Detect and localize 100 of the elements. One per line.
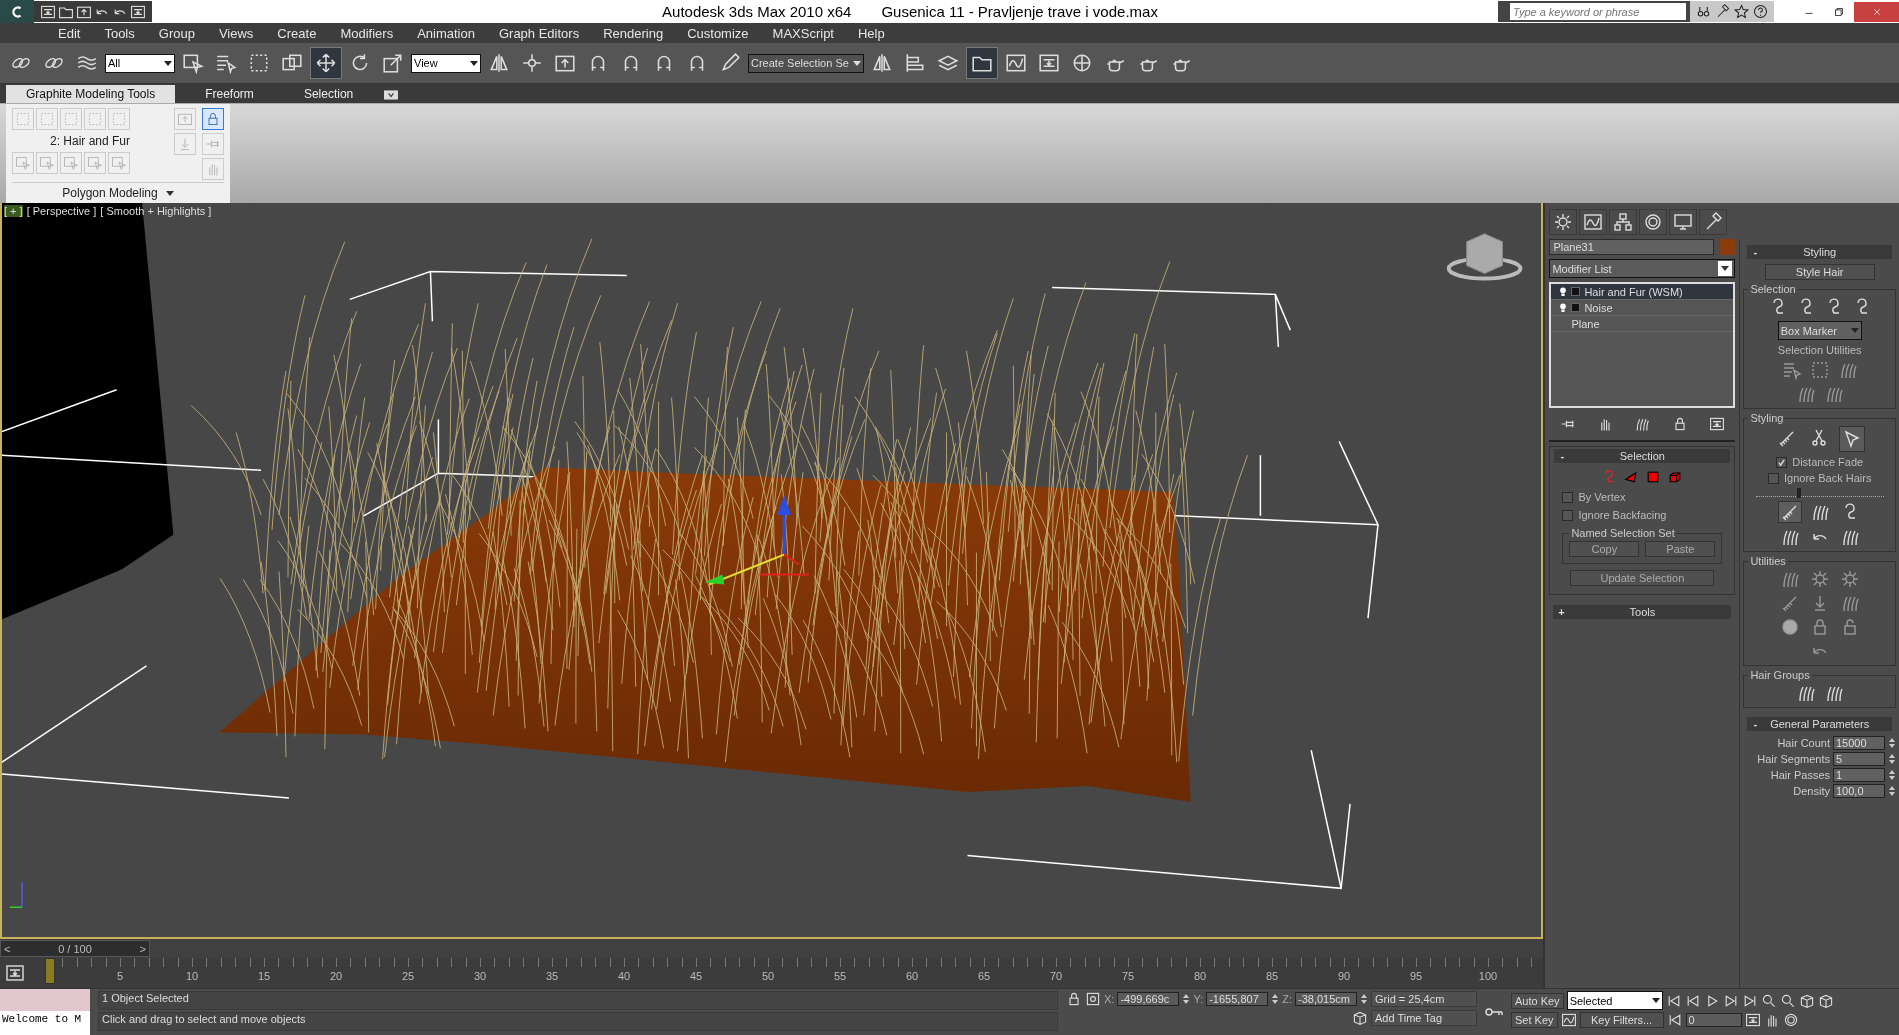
cube-icon[interactable] <box>1352 1010 1368 1026</box>
hammer-icon[interactable] <box>1699 209 1728 235</box>
set-key-button[interactable]: Set Key <box>1511 1012 1558 1028</box>
time-slider-thumb[interactable]: < 0 / 100 > <box>0 940 150 957</box>
menu-item[interactable]: Rendering <box>591 25 676 41</box>
help-icon[interactable] <box>1753 4 1768 19</box>
rollout-header[interactable]: - General Parameters <box>1747 717 1892 731</box>
folder-icon[interactable] <box>966 47 998 79</box>
ribbon-tab[interactable]: Freeform <box>185 85 274 103</box>
menu-item[interactable]: Graph Editors <box>486 25 592 41</box>
rings-icon[interactable] <box>1639 209 1668 235</box>
menu-item[interactable]: Customize <box>675 25 761 41</box>
gear-icon[interactable] <box>1549 209 1578 235</box>
modifier-stack-item[interactable]: Plane <box>1551 316 1734 332</box>
lightbulb-icon[interactable] <box>1559 286 1568 297</box>
monitor-icon[interactable] <box>1669 209 1698 235</box>
hierarchy-icon[interactable] <box>1609 209 1638 235</box>
expand-box-icon[interactable] <box>1571 303 1581 312</box>
spinner-icon[interactable] <box>1888 768 1896 782</box>
auto-key-button[interactable]: Auto Key <box>1511 992 1564 1009</box>
caret-icon[interactable] <box>164 60 172 66</box>
curve-graph-icon[interactable] <box>1579 209 1608 235</box>
checkbox[interactable] <box>1767 472 1779 484</box>
search-field[interactable]: Type a keyword or phrase <box>1498 1 1690 22</box>
coordinate-field[interactable]: -38,015cm <box>1295 992 1357 1006</box>
menu-item[interactable]: MAXScript <box>760 25 846 41</box>
checkbox-option[interactable]: By Vertex <box>1562 491 1723 503</box>
panel-button[interactable]: Paste <box>1645 541 1716 557</box>
slider-thumb[interactable] <box>1796 488 1801 498</box>
rollout-header[interactable]: + Tools <box>1553 605 1732 619</box>
spinner-icon[interactable] <box>1888 752 1896 766</box>
modifier-stack-item[interactable]: Hair and Fur (WSM) <box>1551 284 1734 300</box>
panel-icon[interactable] <box>1708 416 1725 432</box>
viewport[interactable]: [ + ] [ Perspective ] [ Smooth + Highlights ] <box>0 203 1544 939</box>
cube-icon[interactable] <box>1798 992 1815 1009</box>
menu-item[interactable]: Views <box>206 25 266 41</box>
curve-icon[interactable] <box>1560 1012 1577 1028</box>
rollout-header[interactable]: - Selection <box>1554 449 1731 463</box>
checkbox[interactable] <box>1776 456 1788 468</box>
cube-icon[interactable] <box>1817 992 1834 1009</box>
zoom-icon[interactable] <box>1760 992 1777 1009</box>
key-mode-dropdown[interactable]: Selected <box>1566 991 1663 1010</box>
star-icon[interactable] <box>1734 4 1749 19</box>
move-icon[interactable] <box>310 47 342 79</box>
parameter-field[interactable]: 100,0 <box>1833 784 1885 798</box>
checkbox-option[interactable]: Ignore Back Hairs <box>1767 472 1872 484</box>
lightbulb-icon[interactable] <box>1559 302 1568 313</box>
menu-item[interactable]: Group <box>146 25 207 41</box>
spinner-icon[interactable] <box>1271 992 1280 1006</box>
close-icon[interactable] <box>1854 1 1899 22</box>
menu-item[interactable]: Tools <box>92 25 147 41</box>
orbit-icon[interactable] <box>1782 1012 1799 1028</box>
checkbox[interactable] <box>1562 491 1574 503</box>
app-logo-icon[interactable] <box>0 0 34 23</box>
spinner-icon[interactable] <box>1360 992 1368 1006</box>
lock-icon[interactable] <box>1066 991 1082 1007</box>
checkbox-option[interactable]: Distance Fade <box>1776 456 1864 468</box>
modifier-stack-item[interactable]: Noise <box>1551 300 1734 316</box>
checkbox-option[interactable]: Ignore Backfacing <box>1562 509 1723 521</box>
script-listener-output[interactable]: Welcome to M <box>0 1011 90 1035</box>
object-color-swatch[interactable] <box>1720 239 1736 255</box>
parameter-field[interactable]: 15000 <box>1833 736 1885 750</box>
key-filters-button[interactable]: Key Filters... <box>1579 1012 1664 1028</box>
target-icon[interactable] <box>1085 991 1101 1007</box>
triangle-icon[interactable] <box>1623 469 1640 485</box>
parameter-field[interactable]: 1 <box>1833 768 1885 782</box>
current-frame-field[interactable]: 0 <box>1685 1013 1742 1027</box>
comb-icon[interactable] <box>1777 501 1802 523</box>
menu-item[interactable]: Create <box>265 25 329 41</box>
zoom-icon[interactable] <box>1779 992 1796 1009</box>
reference-coordinate-dropdown[interactable]: View <box>411 53 481 73</box>
script-listener-field[interactable] <box>0 989 90 1011</box>
menu-item[interactable]: Edit <box>46 25 93 41</box>
caret-icon[interactable] <box>1651 998 1660 1003</box>
ribbon-tab[interactable]: Selection <box>283 85 374 103</box>
caret-icon[interactable] <box>1718 261 1733 276</box>
checkbox[interactable] <box>1562 509 1574 521</box>
caret-icon[interactable] <box>470 60 478 66</box>
panel-button[interactable]: Copy <box>1569 541 1640 557</box>
binoculars-icon[interactable] <box>1696 4 1711 19</box>
selection-filter-dropdown[interactable]: All <box>105 53 175 73</box>
named-selection-dropdown[interactable]: Create Selection Se <box>748 53 864 73</box>
hairs-icon[interactable] <box>1634 416 1651 432</box>
marker-dropdown[interactable]: Box Marker <box>1777 321 1862 340</box>
viewport-label[interactable]: [ Perspective ] <box>26 205 97 217</box>
update-selection-button[interactable]: Update Selection <box>1570 570 1715 586</box>
caret-icon[interactable] <box>165 190 174 196</box>
object-name-field[interactable]: Plane31 <box>1549 239 1715 255</box>
spinner-icon[interactable] <box>1888 784 1896 798</box>
menu-item[interactable]: Modifiers <box>328 25 406 41</box>
style-hair-button[interactable]: Style Hair <box>1764 264 1875 280</box>
parameter-field[interactable]: 5 <box>1833 752 1885 766</box>
coordinate-field[interactable]: -1655,807 <box>1206 992 1269 1006</box>
add-time-tag-button[interactable]: Add Time Tag <box>1371 1010 1477 1026</box>
rollout-header[interactable]: - Styling <box>1747 245 1892 259</box>
viewport-label[interactable]: [ Smooth + Highlights ] <box>100 205 212 217</box>
menu-item[interactable]: Help <box>846 25 897 41</box>
frame-marker-icon[interactable] <box>45 958 55 984</box>
menu-item[interactable]: Animation <box>405 25 487 41</box>
viewport-label[interactable]: [ + ] <box>4 205 23 217</box>
